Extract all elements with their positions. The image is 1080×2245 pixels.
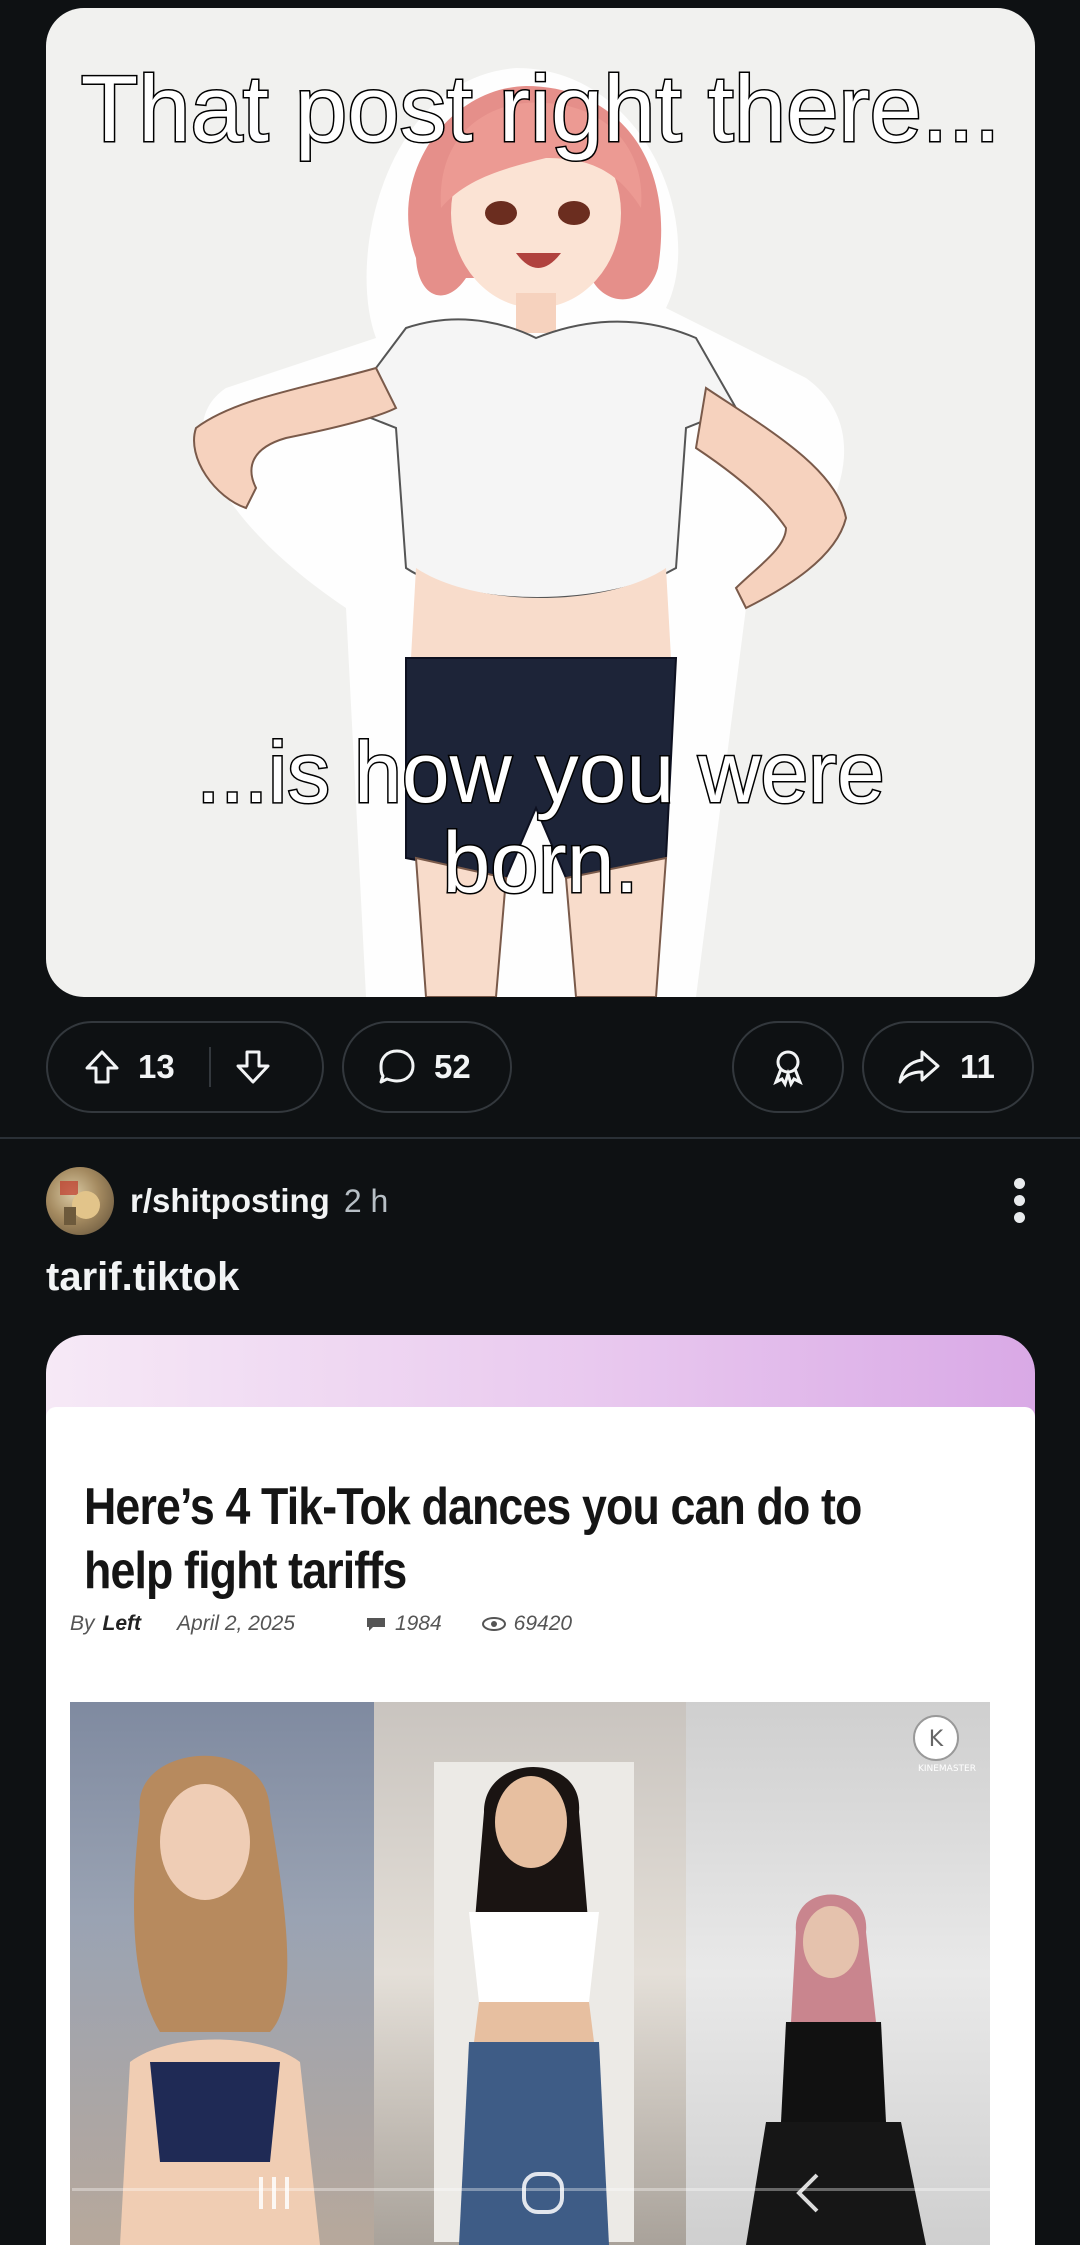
post-action-bar: 13 52 11 [46, 1021, 1034, 1113]
post-image-article[interactable]: Here’s 4 Tik-Tok dances you can do to he… [46, 1335, 1035, 2245]
home-icon[interactable] [517, 2167, 569, 2219]
byline-comment-count: 1984 [394, 1612, 442, 1635]
vertical-dots-icon[interactable] [1004, 1178, 1034, 1228]
post-timestamp: 2 h [343, 1182, 389, 1219]
byline-by: By [70, 1612, 95, 1635]
video-watermark: KINEMASTER [917, 1764, 976, 1774]
subreddit-avatar[interactable] [46, 1167, 114, 1235]
comment-count: 52 [434, 1048, 471, 1085]
share-arrow-icon [898, 1050, 940, 1084]
arrow-down-icon[interactable] [233, 1047, 273, 1087]
award-button[interactable] [732, 1021, 844, 1113]
post-image-meme[interactable]: That post right there... ...is how you w… [46, 8, 1035, 997]
subreddit-name[interactable]: r/shitposting [130, 1182, 330, 1220]
vote-divider [208, 1047, 211, 1087]
upvote-count: 13 [138, 1048, 175, 1085]
speech-bubble-icon [379, 1049, 415, 1084]
meme-bottom-caption: ...is how you were born. [195, 725, 886, 912]
byline-views: 69420 [481, 1612, 573, 1636]
post-title[interactable]: tarif.tiktok [46, 1255, 239, 1300]
post-header: r/shitposting 2 h [46, 1166, 1034, 1236]
byline-comments: 1984 [365, 1612, 442, 1636]
comments-button[interactable]: 52 [342, 1021, 512, 1113]
share-count: 11 [960, 1048, 995, 1085]
post-divider [0, 1137, 1080, 1139]
byline-date: April 2, 2025 [177, 1612, 295, 1635]
avatar-image-icon [60, 1181, 100, 1225]
meme-top-caption: That post right there... [79, 56, 1002, 161]
article-byline: By Left April 2, 2025 1984 69420 [70, 1612, 612, 1636]
svg-text:K: K [929, 1727, 944, 1752]
vote-pill: 13 [46, 1021, 324, 1113]
award-ribbon-icon [773, 1050, 803, 1088]
comment-flag-icon [366, 1618, 385, 1631]
article-headline: Here’s 4 Tik-Tok dances you can do to he… [84, 1478, 862, 1601]
system-navigation-bar [0, 2140, 1080, 2245]
share-button[interactable]: 11 [862, 1021, 1034, 1113]
byline-view-count: 69420 [513, 1612, 573, 1635]
arrow-up-icon[interactable] [82, 1047, 122, 1087]
byline-author: Left [102, 1612, 142, 1635]
eye-icon [481, 1617, 506, 1631]
recent-apps-icon[interactable] [249, 2171, 299, 2215]
back-icon[interactable] [787, 2169, 831, 2217]
